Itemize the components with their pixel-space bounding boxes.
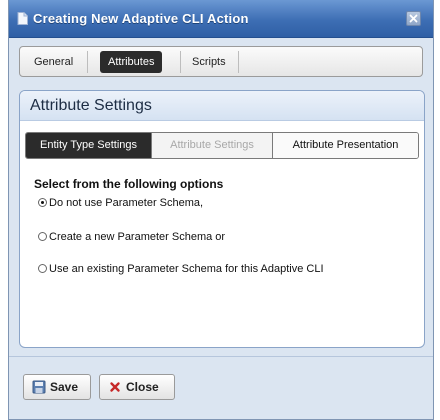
radio-button-selected[interactable]	[38, 198, 47, 207]
title-bar[interactable]: Creating New Adaptive CLI Action	[9, 0, 433, 38]
save-button[interactable]: Save	[23, 374, 91, 400]
option-label: Do not use Parameter Schema,	[49, 197, 204, 209]
option-label: Use an existing Parameter Schema for thi…	[49, 263, 324, 275]
options-heading: Select from the following options	[34, 177, 224, 191]
tab-general[interactable]: General	[26, 51, 81, 73]
attribute-settings-panel: Attribute Settings Entity Type Settings …	[19, 90, 425, 348]
subtab-entity-type-settings[interactable]: Entity Type Settings	[26, 133, 151, 158]
tab-separator	[87, 51, 88, 73]
subtab-bar: Entity Type Settings Attribute Settings …	[25, 132, 419, 159]
save-label: Save	[50, 380, 79, 394]
tab-separator	[238, 51, 239, 73]
close-label: Close	[126, 380, 159, 394]
panel-title: Attribute Settings	[20, 91, 424, 121]
subtab-attribute-settings: Attribute Settings	[170, 139, 254, 151]
tab-attributes[interactable]: Attributes	[100, 51, 163, 73]
dialog-window: Creating New Adaptive CLI Action General…	[8, 0, 434, 420]
window-title: Creating New Adaptive CLI Action	[33, 11, 249, 26]
subtab-attribute-presentation[interactable]: Attribute Presentation	[273, 133, 418, 158]
document-icon	[17, 12, 28, 25]
close-button[interactable]: Close	[99, 374, 175, 400]
close-window-icon[interactable]	[406, 11, 421, 26]
x-icon	[110, 382, 120, 392]
option-do-not-use-schema[interactable]: Do not use Parameter Schema,	[38, 197, 203, 209]
option-label: Create a new Parameter Schema or	[49, 231, 226, 243]
radio-button[interactable]	[38, 264, 47, 273]
radio-button[interactable]	[38, 232, 47, 241]
footer-divider	[9, 356, 433, 357]
tab-separator	[180, 51, 181, 73]
option-use-existing-schema[interactable]: Use an existing Parameter Schema for thi…	[38, 263, 324, 275]
option-create-new-schema[interactable]: Create a new Parameter Schema or	[38, 231, 225, 243]
tab-scripts[interactable]: Scripts	[184, 51, 234, 73]
close-glyph-icon	[409, 14, 418, 23]
main-tab-bar: General Attributes Scripts	[19, 46, 423, 77]
save-icon	[32, 380, 46, 394]
